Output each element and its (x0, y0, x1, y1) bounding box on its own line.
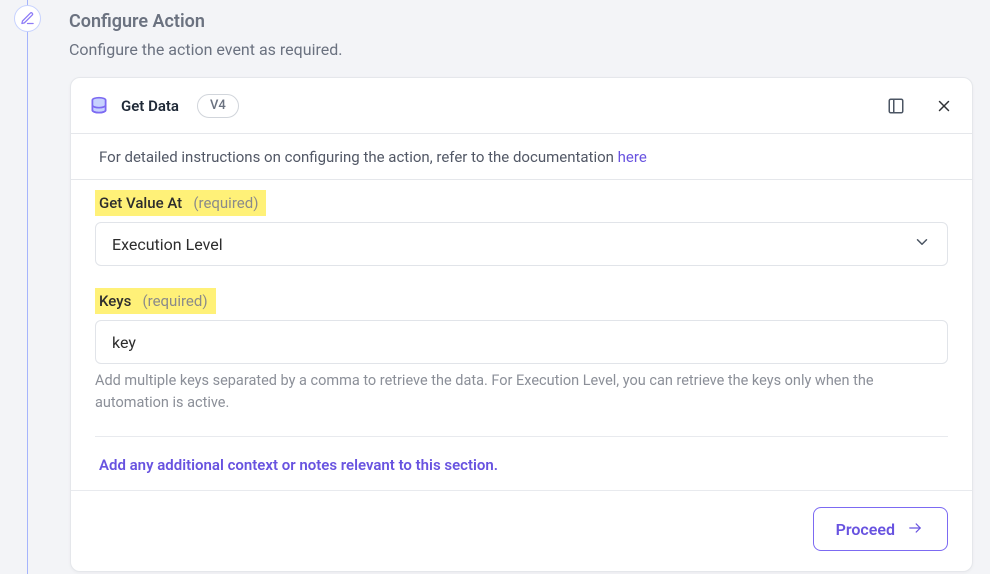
panel-toggle-icon[interactable] (886, 96, 906, 116)
chevron-down-icon (913, 233, 931, 255)
version-badge[interactable]: V4 (197, 94, 239, 118)
close-icon[interactable] (934, 96, 954, 116)
card-footer: Proceed (71, 490, 972, 571)
card-header: Get Data V4 (71, 78, 972, 134)
action-card: Get Data V4 For detailed instructions on… (70, 77, 973, 572)
pencil-icon (20, 11, 35, 26)
keys-input[interactable]: key (95, 320, 948, 364)
add-context-link[interactable]: Add any additional context or notes rele… (99, 456, 498, 474)
get-value-at-label: Get Value At (required) (95, 190, 266, 216)
section-subtitle: Configure the action event as required. (69, 38, 342, 62)
get-value-at-select[interactable]: Execution Level (95, 222, 948, 266)
keys-value: key (112, 333, 136, 352)
card-title: Get Data (121, 97, 179, 115)
section-title: Configure Action (69, 10, 342, 34)
get-value-at-value: Execution Level (112, 235, 223, 254)
keys-helper: Add multiple keys separated by a comma t… (95, 370, 948, 414)
doc-row: For detailed instructions on configuring… (71, 134, 972, 180)
proceed-button[interactable]: Proceed (813, 507, 948, 551)
doc-link[interactable]: here (618, 148, 647, 166)
doc-text: For detailed instructions on configuring… (99, 148, 614, 166)
keys-label: Keys (required) (95, 288, 216, 314)
database-icon (89, 96, 109, 116)
arrow-right-icon (905, 520, 925, 539)
timeline-line (27, 0, 28, 574)
step-circle (14, 5, 41, 32)
proceed-label: Proceed (836, 520, 895, 539)
